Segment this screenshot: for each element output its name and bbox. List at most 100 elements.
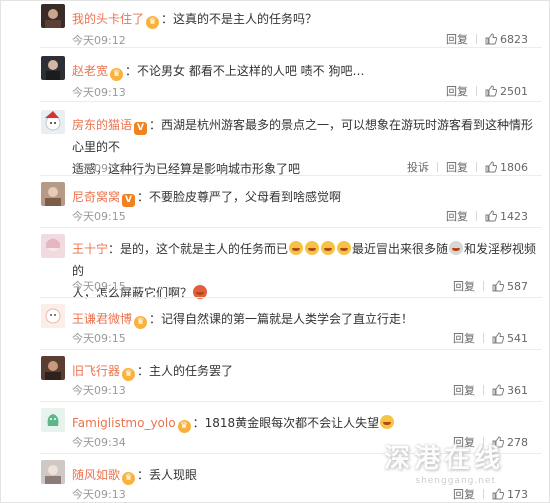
member-badge-icon: ♛ xyxy=(177,420,191,433)
like-icon[interactable] xyxy=(485,210,497,222)
like-icon[interactable] xyxy=(492,384,504,396)
reply-button[interactable]: 回复 xyxy=(446,208,468,224)
avatar[interactable] xyxy=(41,110,65,134)
divider xyxy=(40,227,542,228)
like-count: 587 xyxy=(507,279,528,293)
like-count: 6823 xyxy=(500,32,528,46)
divider xyxy=(476,34,477,44)
comment-time: 今天09:15 xyxy=(72,332,126,345)
comment-time: 今天09:13 xyxy=(72,384,126,397)
comment-text: ：不论男女 都看不上这样的人吧 啧不 狗吧… xyxy=(125,64,365,78)
like-icon[interactable] xyxy=(485,33,497,45)
divider xyxy=(476,211,477,221)
member-badge-icon: ♛ xyxy=(122,472,136,485)
member-badge-icon: ♛ xyxy=(122,368,136,381)
commenter-name[interactable]: 随风如歌 xyxy=(72,468,120,482)
surprised-emoji-icon xyxy=(380,415,395,429)
avatar[interactable] xyxy=(41,304,65,328)
divider xyxy=(483,385,484,395)
divider xyxy=(40,101,542,102)
face-emoji-icon xyxy=(449,241,464,255)
comment-item: 王十宁：是的，这个就是主人的任务而已 最近冒出来很多随 和发淫秽视频的 人，怎么屏蔽… xyxy=(0,230,550,300)
like-count: 541 xyxy=(507,331,528,345)
commenter-name[interactable]: 尼奇窝窝 xyxy=(72,190,120,204)
member-badge-icon: ♛ xyxy=(110,68,124,81)
avatar[interactable] xyxy=(41,460,65,484)
like-icon[interactable] xyxy=(492,488,504,500)
comment-time: 今天09:13 xyxy=(72,488,126,501)
comment-text: ：这真的不是主人的任务吗？ xyxy=(161,12,318,26)
like-count: 2501 xyxy=(500,84,528,98)
comment-text: ：记得自然课的第一篇就是人类学会了直立行走！ xyxy=(149,312,414,326)
comment-text: ：丢人现眼 xyxy=(137,468,198,482)
avatar[interactable] xyxy=(41,408,65,432)
vip-badge-icon: V xyxy=(134,122,148,135)
comment-item: 旧飞行器 ♛ ：主人的任务罢了 今天09:13 回复 361 xyxy=(0,352,550,402)
vip-badge-icon: V xyxy=(122,194,136,207)
like-count: 173 xyxy=(507,487,528,501)
divider xyxy=(476,162,477,172)
divider xyxy=(476,86,477,96)
reply-button[interactable]: 回复 xyxy=(446,31,468,47)
comment-text: ：是的，这个就是主人的任务而已 xyxy=(108,242,289,256)
commenter-name[interactable]: 我的头卡住了 xyxy=(72,12,144,26)
commenter-name[interactable]: 赵老宽 xyxy=(72,64,108,78)
reply-button[interactable]: 回复 xyxy=(453,382,475,398)
like-count: 1423 xyxy=(500,209,528,223)
reply-button[interactable]: 回复 xyxy=(453,278,475,294)
laugh-emoji-icon xyxy=(321,241,336,255)
divider xyxy=(437,162,438,172)
comment-text-continued: 最近冒出来很多随 xyxy=(352,242,449,256)
like-count: 278 xyxy=(507,435,528,449)
divider xyxy=(483,489,484,499)
comment-text: ：1818黄金眼每次都不会让人失望 xyxy=(192,416,380,430)
laugh-emoji-icon xyxy=(305,241,320,255)
comment-time: 今天09:15 xyxy=(72,280,126,293)
like-count: 1806 xyxy=(500,160,528,174)
comment-text: ：主人的任务罢了 xyxy=(137,364,234,378)
report-button[interactable]: 投诉 xyxy=(407,159,429,175)
like-icon[interactable] xyxy=(485,161,497,173)
avatar[interactable] xyxy=(41,234,65,258)
watermark-text: 深港在线 xyxy=(383,444,504,474)
commenter-name[interactable]: 旧飞行器 xyxy=(72,364,120,378)
comment-time: 今天09:12 xyxy=(72,34,126,47)
like-count: 361 xyxy=(507,383,528,397)
reply-button[interactable]: 回复 xyxy=(446,83,468,99)
divider xyxy=(40,47,542,48)
comment-text: ：不要脸皮尊严了，父母看到啥感觉啊 xyxy=(137,190,342,204)
comment-item: 房东的猫语 V ：西湖是杭州游客最多的景点之一，可以想象在游玩时游客看到这种情形心里… xyxy=(0,106,550,176)
like-icon[interactable] xyxy=(492,332,504,344)
divider xyxy=(483,281,484,291)
laugh-emoji-icon xyxy=(289,241,304,255)
divider xyxy=(40,297,542,298)
comment-item: 王谦君微博 ♛ ：记得自然课的第一篇就是人类学会了直立行走！ 今天09:15 回复 5… xyxy=(0,300,550,350)
comment-time: 今天09:13 xyxy=(72,162,126,175)
comment-time: 今天09:13 xyxy=(72,86,126,99)
comment-item: 尼奇窝窝 V ：不要脸皮尊严了，父母看到啥感觉啊 今天09:15 回复 1423 xyxy=(0,178,550,228)
comment-item: 赵老宽 ♛ ：不论男女 都看不上这样的人吧 啧不 狗吧… 今天09:13 回复 250… xyxy=(0,52,550,102)
like-icon[interactable] xyxy=(492,280,504,292)
like-icon[interactable] xyxy=(485,85,497,97)
commenter-name[interactable]: 王十宁 xyxy=(72,242,108,256)
reply-button[interactable]: 回复 xyxy=(453,486,475,502)
comment-time: 今天09:34 xyxy=(72,436,126,449)
member-badge-icon: ♛ xyxy=(146,16,160,29)
watermark-subtext: shenggang.net xyxy=(415,476,496,486)
avatar[interactable] xyxy=(41,56,65,80)
commenter-name[interactable]: 房东的猫语 xyxy=(72,118,132,132)
reply-button[interactable]: 回复 xyxy=(453,330,475,346)
avatar[interactable] xyxy=(41,356,65,380)
comment-item: 我的头卡住了 ♛ ：这真的不是主人的任务吗？ 今天09:12 回复 6823 xyxy=(0,0,550,48)
divider xyxy=(483,333,484,343)
avatar[interactable] xyxy=(41,182,65,206)
member-badge-icon: ♛ xyxy=(134,316,148,329)
avatar[interactable] xyxy=(41,4,65,28)
divider xyxy=(40,175,542,176)
reply-button[interactable]: 回复 xyxy=(446,159,468,175)
commenter-name[interactable]: 王谦君微博 xyxy=(72,312,132,326)
commenter-name[interactable]: Famiglistmo_yolo xyxy=(72,416,176,430)
divider xyxy=(40,401,542,402)
laugh-emoji-icon xyxy=(337,241,352,255)
divider xyxy=(40,349,542,350)
